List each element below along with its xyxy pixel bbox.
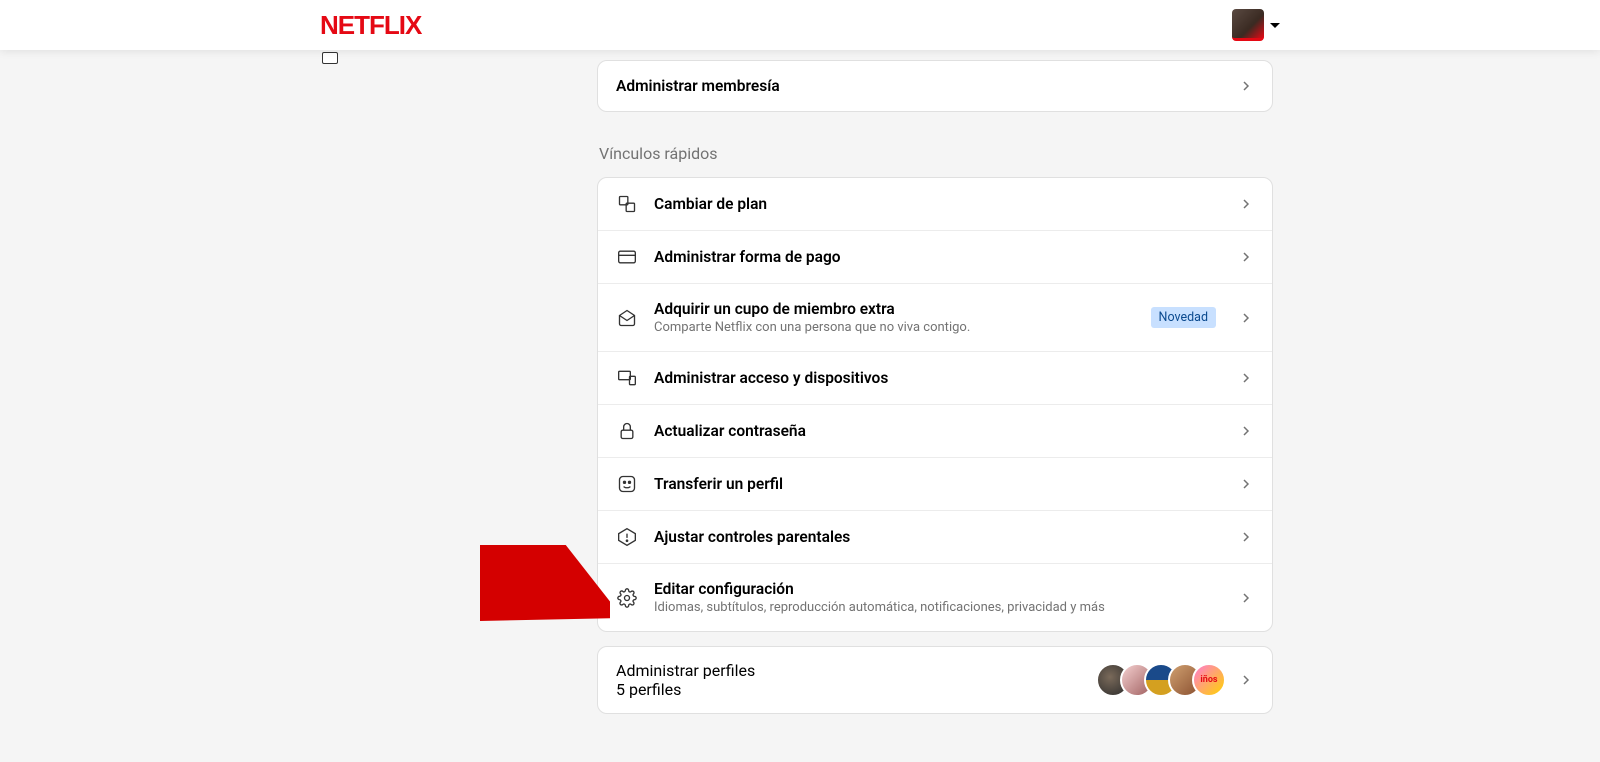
chevron-right-icon — [1238, 476, 1254, 492]
row-title: Editar configuración — [654, 580, 1222, 598]
transfer-profile-row[interactable]: Transferir un perfil — [598, 457, 1272, 510]
chevron-right-icon — [1238, 529, 1254, 545]
row-title: Transferir un perfil — [654, 475, 1222, 493]
extra-member-row[interactable]: Adquirir un cupo de miembro extra Compar… — [598, 283, 1272, 351]
row-subtitle: Comparte Netflix con una persona que no … — [654, 320, 1135, 335]
caret-down-icon — [1270, 23, 1280, 28]
row-title: Adquirir un cupo de miembro extra — [654, 300, 1135, 318]
chevron-right-icon — [1238, 672, 1254, 688]
row-title: Administrar forma de pago — [654, 248, 1222, 266]
row-title: Administrar perfiles — [616, 661, 1084, 680]
sidebar-icon-remnant — [322, 52, 338, 64]
row-title: Administrar membresía — [616, 77, 1222, 95]
row-title: Administrar acceso y dispositivos — [654, 369, 1222, 387]
row-title: Actualizar contraseña — [654, 422, 1222, 440]
quick-links-heading: Vínculos rápidos — [599, 144, 1273, 163]
update-password-row[interactable]: Actualizar contraseña — [598, 404, 1272, 457]
profile-menu-trigger[interactable] — [1232, 9, 1280, 41]
new-badge: Novedad — [1151, 307, 1216, 328]
page-content: Administrar membresía Vínculos rápidos C… — [0, 50, 1600, 714]
credit-card-icon — [616, 247, 638, 267]
profile-avatar-kids: iños — [1192, 663, 1226, 697]
payment-method-row[interactable]: Administrar forma de pago — [598, 230, 1272, 283]
membership-card: Administrar membresía — [597, 60, 1273, 112]
profile-avatars-stack: iños — [1096, 663, 1226, 697]
netflix-logo[interactable]: NETFLIX — [320, 10, 421, 41]
chevron-right-icon — [1238, 196, 1254, 212]
chevron-right-icon — [1238, 423, 1254, 439]
row-subtitle: 5 perfiles — [616, 680, 1084, 699]
alert-icon — [616, 527, 638, 547]
profile-transfer-icon — [616, 474, 638, 494]
avatar — [1232, 9, 1264, 41]
manage-profiles-row[interactable]: Administrar perfiles 5 perfiles iños — [598, 647, 1272, 713]
profiles-card: Administrar perfiles 5 perfiles iños — [597, 646, 1273, 714]
global-header: NETFLIX — [0, 0, 1600, 50]
chevron-right-icon — [1238, 590, 1254, 606]
swap-icon — [616, 194, 638, 214]
envelope-open-icon — [616, 308, 638, 328]
change-plan-row[interactable]: Cambiar de plan — [598, 178, 1272, 230]
row-title: Ajustar controles parentales — [654, 528, 1222, 546]
devices-icon — [616, 368, 638, 388]
edit-settings-row[interactable]: Editar configuración Idiomas, subtítulos… — [598, 563, 1272, 631]
lock-icon — [616, 421, 638, 441]
chevron-right-icon — [1238, 78, 1254, 94]
row-subtitle: Idiomas, subtítulos, reproducción automá… — [654, 600, 1222, 615]
row-title: Cambiar de plan — [654, 195, 1222, 213]
access-devices-row[interactable]: Administrar acceso y dispositivos — [598, 351, 1272, 404]
chevron-right-icon — [1238, 310, 1254, 326]
chevron-right-icon — [1238, 370, 1254, 386]
manage-membership-row[interactable]: Administrar membresía — [598, 61, 1272, 111]
parental-controls-row[interactable]: Ajustar controles parentales — [598, 510, 1272, 563]
gear-icon — [616, 588, 638, 608]
chevron-right-icon — [1238, 249, 1254, 265]
quick-links-card: Cambiar de plan Administrar forma de pag… — [597, 177, 1273, 632]
